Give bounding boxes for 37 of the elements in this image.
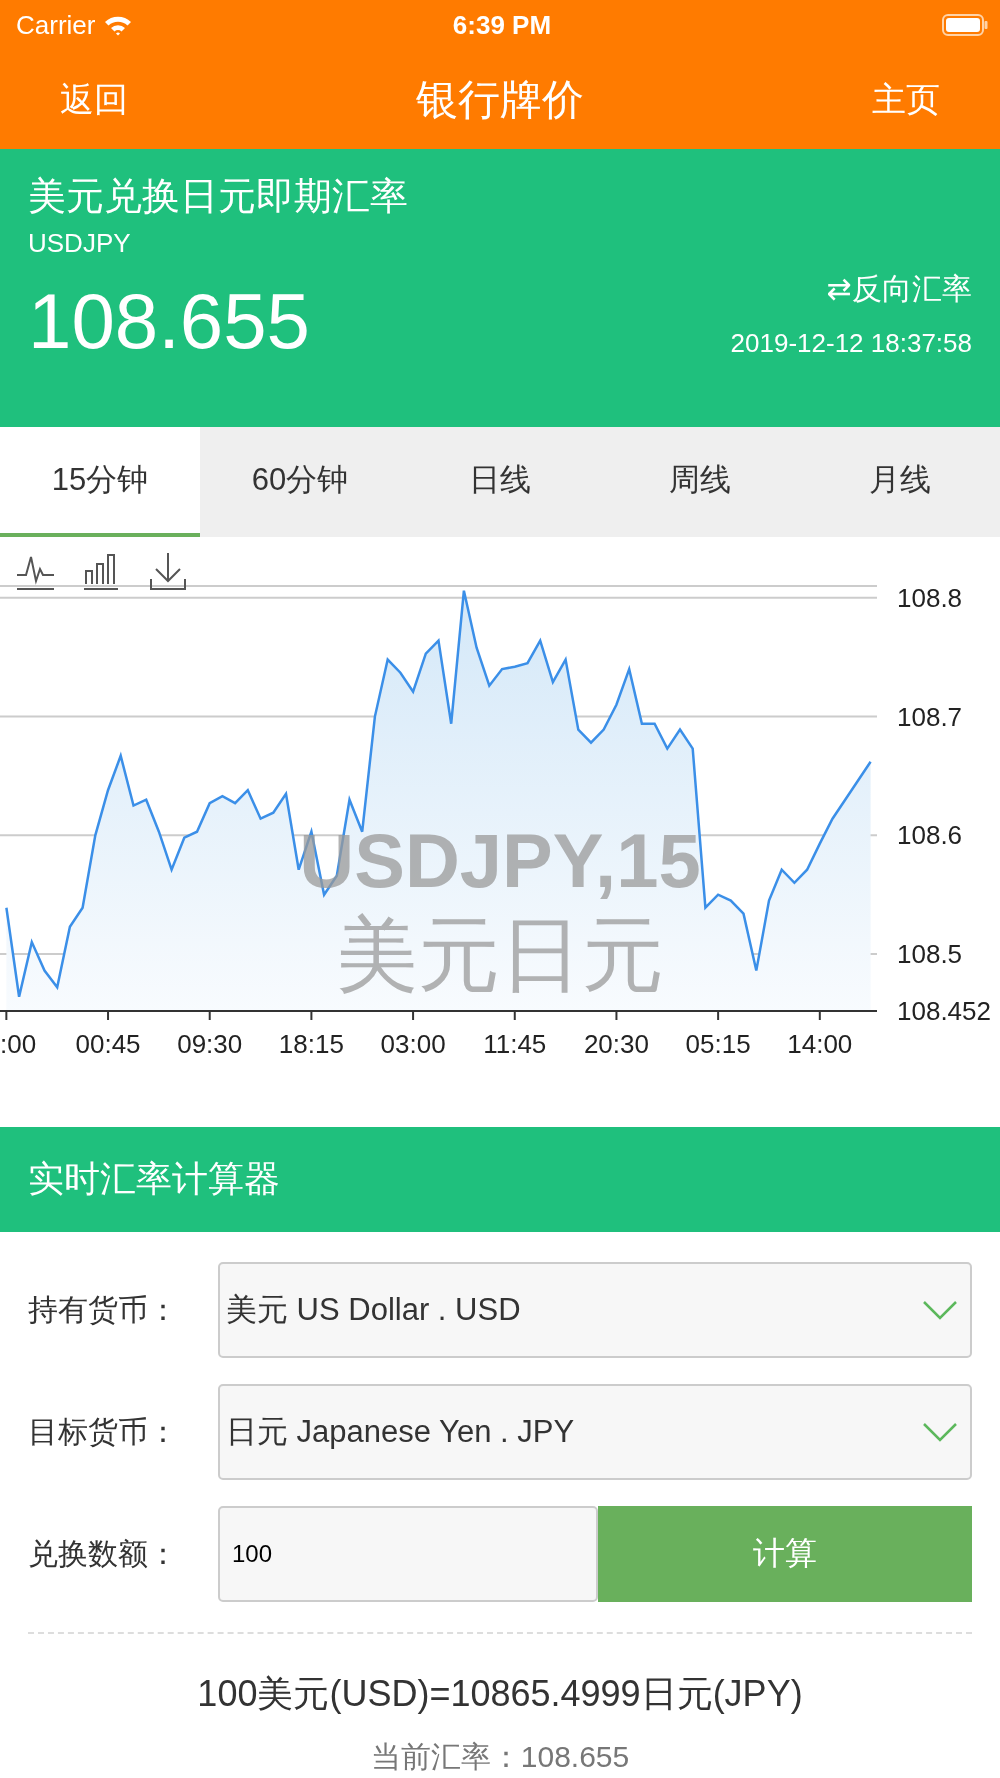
carrier-name: Carrier: [16, 9, 96, 41]
current-rate: 当前汇率：108.655: [370, 1739, 630, 1775]
currency-select[interactable]: 日元 Japanese Yen . JPY: [218, 1384, 972, 1480]
wifi-icon: [103, 14, 134, 36]
x-axis-label: 00:45: [75, 1028, 141, 1059]
x-axis-label: 20:30: [583, 1028, 649, 1059]
x-axis-label: 09:30: [177, 1028, 243, 1059]
currency-pair: USDJPY: [28, 228, 131, 259]
download-icon[interactable]: [148, 550, 188, 593]
currency-select[interactable]: 美元 US Dollar . USD: [218, 1262, 972, 1358]
chevron-down-icon: [922, 1300, 958, 1320]
field-label: 兑换数额：: [28, 1535, 179, 1572]
battery-icon: [942, 14, 988, 36]
y-axis-label: 108.452: [897, 995, 991, 1026]
exchange-rate: 108.655: [28, 276, 310, 367]
period-tab[interactable]: 15分钟: [0, 427, 200, 537]
field-label: 目标货币：: [28, 1413, 179, 1450]
x-axis-label: 03:00: [380, 1028, 446, 1059]
x-axis-label: 11:45: [483, 1028, 547, 1059]
field-label: 持有货币：: [28, 1291, 179, 1328]
timestamp: 2019-12-12 18:37:58: [730, 328, 972, 359]
x-axis-label: 18:15: [278, 1028, 344, 1059]
y-axis-label: 108.5: [897, 938, 963, 969]
chevron-down-icon: [922, 1422, 958, 1442]
y-axis-label: 108.7: [897, 701, 963, 732]
y-axis-label: 108.6: [897, 820, 963, 850]
page-title: 银行牌价: [416, 74, 584, 125]
x-axis-label: 05:15: [685, 1028, 751, 1059]
calculator-title: 实时汇率计算器: [28, 1156, 280, 1201]
conversion-result: 100美元(USD)=10865.4999日元(JPY): [197, 1672, 803, 1716]
y-axis-label: 108.8: [897, 582, 963, 613]
x-axis-label: 14:00: [787, 1028, 853, 1059]
x-axis-label: :00: [0, 1028, 37, 1059]
amount-input[interactable]: 100: [218, 1506, 598, 1602]
chart-watermark: 美元日元: [336, 908, 664, 1000]
status-time: 6:39 PM: [452, 9, 552, 41]
rate-title: 美元兑换日元即期汇率: [28, 174, 408, 219]
